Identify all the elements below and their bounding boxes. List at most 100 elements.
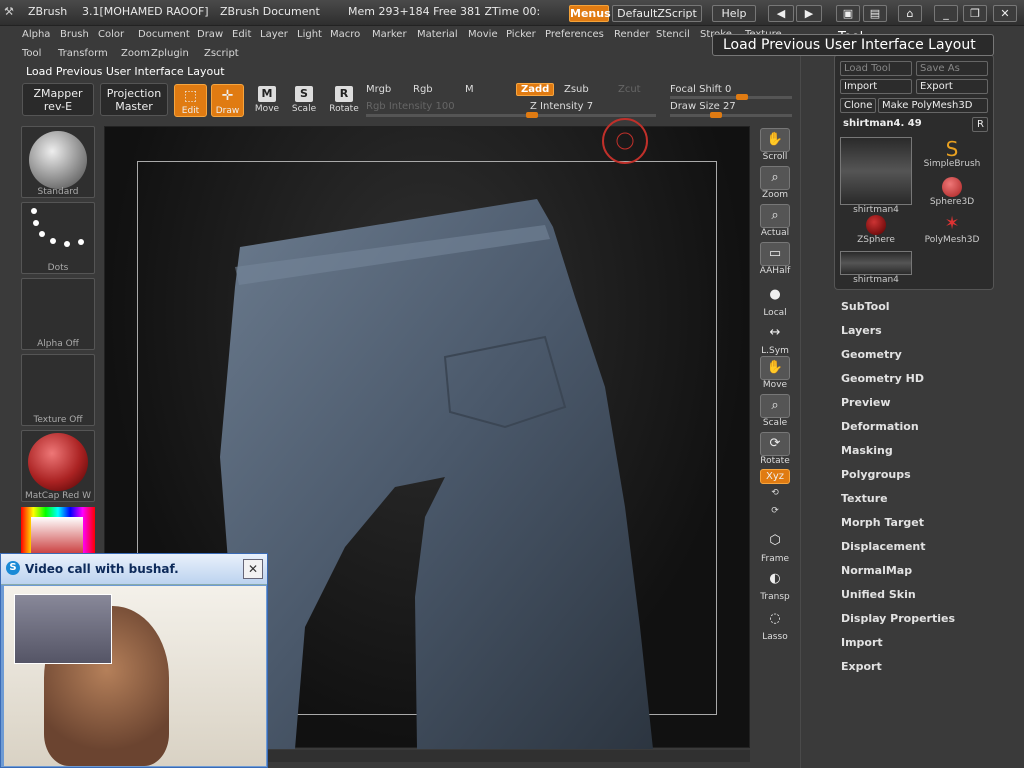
tool-thumb-shirtman4[interactable]: shirtman4 [840, 137, 912, 215]
material-selector[interactable]: MatCap Red W [21, 430, 95, 502]
projection-master-button[interactable]: Projection Master [100, 83, 168, 116]
mrgb-button[interactable]: Mrgb [366, 84, 391, 95]
menu-edit[interactable]: Edit [232, 29, 251, 40]
menu-geometry-hd[interactable]: Geometry HD [841, 372, 924, 385]
m-button[interactable]: M [465, 84, 474, 95]
menu-material[interactable]: Material [417, 29, 458, 40]
tool-thumb-polymesh3d[interactable]: ✶ PolyMesh3D [916, 213, 988, 245]
brush-selector[interactable]: Standard [21, 126, 95, 198]
save-as-button[interactable]: Save As [916, 61, 988, 76]
menu-export[interactable]: Export [841, 660, 882, 673]
menu-light[interactable]: Light [297, 29, 322, 40]
menu-display-properties[interactable]: Display Properties [841, 612, 955, 625]
menu-geometry[interactable]: Geometry [841, 348, 902, 361]
draw-size-track[interactable] [670, 112, 792, 118]
transp-button[interactable]: ◐ Transp [757, 568, 793, 602]
scroll-button[interactable]: ✋ Scroll [757, 128, 793, 162]
zoom-button[interactable]: ⌕ Zoom [757, 166, 793, 200]
menu-masking[interactable]: Masking [841, 444, 893, 457]
scroll-right-icon[interactable]: ▶ [796, 5, 822, 22]
zsub-button[interactable]: Zsub [564, 84, 589, 95]
move-mode-button[interactable]: M Move [249, 84, 285, 120]
export-tool-button[interactable]: Export [916, 79, 988, 94]
scale-view-button[interactable]: ⌕ Scale [757, 394, 793, 428]
draw-size-slider[interactable]: Draw Size 27 [670, 101, 736, 112]
rotate-y-icon[interactable]: ⟲ [757, 488, 793, 498]
restore-icon[interactable]: ❐ [963, 5, 987, 22]
xyz-button[interactable]: Xyz [757, 469, 793, 484]
import-tool-button[interactable]: Import [840, 79, 912, 94]
scale-mode-button[interactable]: S Scale [286, 84, 322, 120]
menu-color[interactable]: Color [98, 29, 124, 40]
rgb-intensity-slider[interactable]: Rgb Intensity 100 [366, 101, 455, 112]
menu-texture[interactable]: Texture [841, 492, 888, 505]
zadd-button[interactable]: Zadd [516, 83, 555, 96]
z-intensity-slider[interactable]: Z Intensity 7 [530, 101, 593, 112]
local-button[interactable]: ● Local [757, 284, 793, 318]
menu-document[interactable]: Document [138, 29, 190, 40]
close-icon[interactable]: ✕ [993, 5, 1017, 22]
zcut-button[interactable]: Zcut [618, 84, 641, 95]
menu-morph-target[interactable]: Morph Target [841, 516, 924, 529]
minimize-icon[interactable]: _ [934, 5, 958, 22]
help-button[interactable]: Help [712, 5, 756, 22]
alpha-selector[interactable]: Alpha Off [21, 278, 95, 350]
menu-brush[interactable]: Brush [60, 29, 89, 40]
menu-movie[interactable]: Movie [468, 29, 498, 40]
menu-deformation[interactable]: Deformation [841, 420, 919, 433]
rotate-z-icon[interactable]: ⟳ [757, 506, 793, 516]
aahalf-button[interactable]: ▭ AAHalf [757, 242, 793, 276]
menu-draw[interactable]: Draw [197, 29, 223, 40]
move-view-button[interactable]: ✋ Move [757, 356, 793, 390]
tool-thumb-zsphere[interactable]: ZSphere [840, 213, 912, 245]
layout-icon[interactable]: ▣ [836, 5, 860, 22]
lasso-button[interactable]: ◌ Lasso [757, 608, 793, 642]
menu-preview[interactable]: Preview [841, 396, 891, 409]
menu-preferences[interactable]: Preferences [545, 29, 604, 40]
clone-button[interactable]: Clone [840, 98, 876, 113]
menu-unified-skin[interactable]: Unified Skin [841, 588, 916, 601]
menu-stencil[interactable]: Stencil [656, 29, 690, 40]
menu-normalmap[interactable]: NormalMap [841, 564, 912, 577]
menu-zplugin[interactable]: Zplugin [151, 48, 189, 59]
frame-button[interactable]: ⬡ Frame [757, 530, 793, 564]
color-picker[interactable] [21, 507, 95, 553]
make-polymesh-button[interactable]: Make PolyMesh3D [878, 98, 988, 113]
focal-shift-track[interactable] [670, 94, 792, 100]
reset-button[interactable]: R [972, 117, 988, 132]
menu-zscript[interactable]: Zscript [204, 48, 239, 59]
menu-import[interactable]: Import [841, 636, 883, 649]
load-tool-button[interactable]: Load Tool [840, 61, 912, 76]
menu-polygroups[interactable]: Polygroups [841, 468, 911, 481]
tool-thumb-simplebrush[interactable]: S SimpleBrush [916, 137, 988, 169]
layout-alt-icon[interactable]: ▤ [863, 5, 887, 22]
menu-picker[interactable]: Picker [506, 29, 536, 40]
menu-alpha[interactable]: Alpha [22, 29, 50, 40]
lsym-button[interactable]: ↔ L.Sym [757, 322, 793, 356]
menu-displacement[interactable]: Displacement [841, 540, 926, 553]
menu-zoom[interactable]: Zoom [121, 48, 150, 59]
close-icon[interactable]: ✕ [243, 559, 263, 579]
menu-transform[interactable]: Transform [58, 48, 108, 59]
menu-macro[interactable]: Macro [330, 29, 360, 40]
menu-subtool[interactable]: SubTool [841, 300, 890, 313]
focal-shift-slider[interactable]: Focal Shift 0 [670, 84, 731, 95]
actual-button[interactable]: ⌕ Actual [757, 204, 793, 238]
menu-layer[interactable]: Layer [260, 29, 288, 40]
draw-mode-button[interactable]: ✛ Draw [211, 84, 244, 117]
default-zscript-button[interactable]: DefaultZScript [612, 5, 702, 22]
rotate-view-button[interactable]: ⟳ Rotate [757, 432, 793, 466]
rgb-button[interactable]: Rgb [413, 84, 433, 95]
menu-tool[interactable]: Tool [22, 48, 41, 59]
zmapper-button[interactable]: ZMapper rev-E [22, 83, 94, 116]
edit-mode-button[interactable]: ⬚ Edit [174, 84, 207, 117]
stroke-selector[interactable]: Dots [21, 202, 95, 274]
current-tool-slider[interactable]: shirtman4. 49 [840, 117, 970, 132]
lock-icon[interactable]: ⌂ [898, 5, 922, 22]
video-call-titlebar[interactable]: S Video call with bushaf. ✕ [1, 554, 267, 585]
menu-layers[interactable]: Layers [841, 324, 882, 337]
texture-selector[interactable]: Texture Off [21, 354, 95, 426]
menu-render[interactable]: Render [614, 29, 650, 40]
rotate-mode-button[interactable]: R Rotate [326, 84, 362, 120]
tool-thumb-shirtman4-small[interactable]: shirtman4 [840, 251, 912, 285]
